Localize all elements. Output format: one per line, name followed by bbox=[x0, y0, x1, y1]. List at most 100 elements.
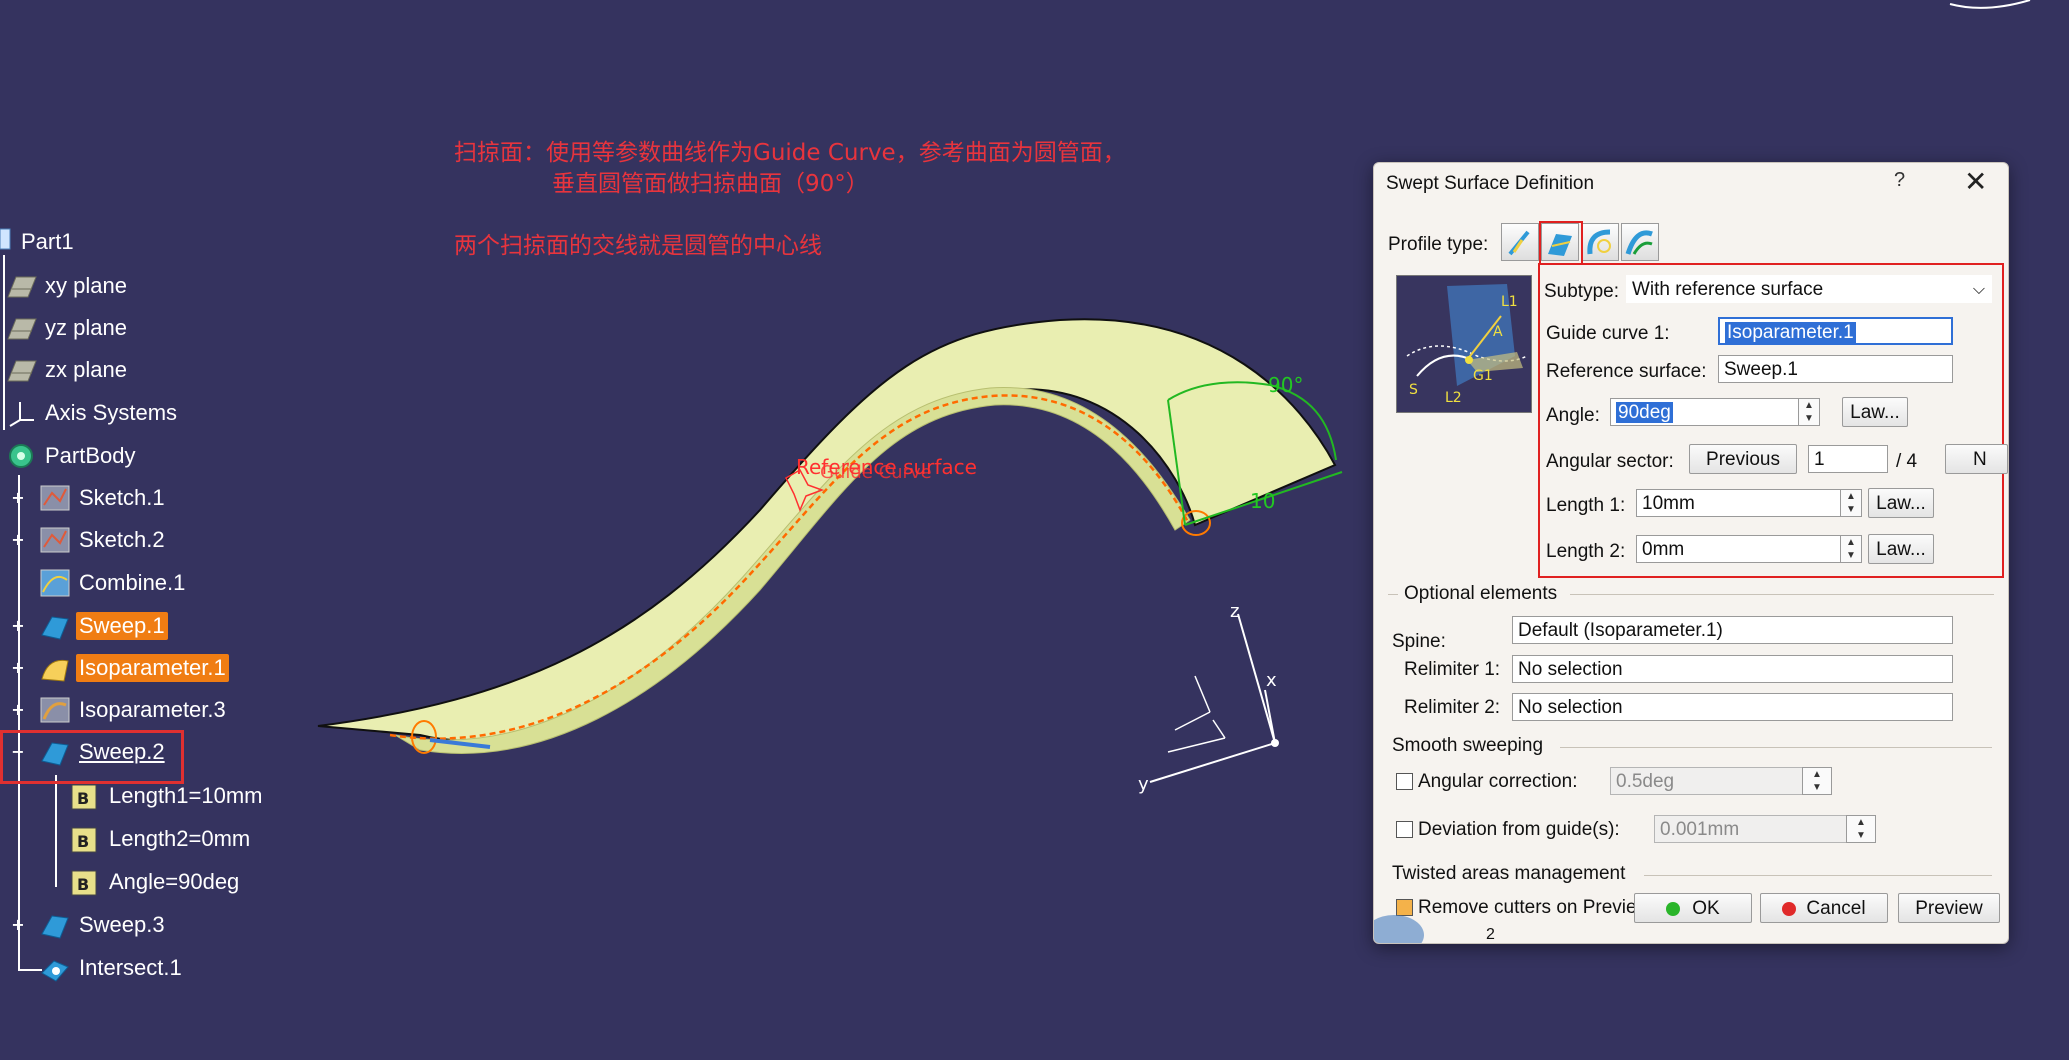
axis-icon bbox=[4, 396, 38, 430]
expand-toggle[interactable]: + bbox=[11, 618, 25, 634]
compass[interactable]: z x y bbox=[1138, 601, 1279, 795]
deviation-value: 0.001mm bbox=[1660, 819, 1740, 840]
twisted-areas-label: Twisted areas management bbox=[1392, 863, 1626, 884]
length1-value: 10mm bbox=[1642, 493, 1695, 514]
tree-item-sketch-1[interactable]: Sketch.1 bbox=[38, 480, 168, 516]
relimiter1-field[interactable]: No selection bbox=[1512, 655, 1953, 683]
relimiter2-value: No selection bbox=[1518, 697, 1623, 718]
tree-item-partbody[interactable]: PartBody bbox=[4, 438, 139, 474]
length2-value: 0mm bbox=[1642, 539, 1685, 560]
profile-type-explicit-button[interactable] bbox=[1501, 223, 1539, 261]
annotation-line-1: 扫掠面：使用等参数曲线作为Guide Curve，参考曲面为圆管面， bbox=[454, 140, 1126, 166]
expand-toggle[interactable]: + bbox=[11, 702, 25, 718]
length2-field[interactable]: 0mm bbox=[1636, 535, 1848, 563]
profile-circle bbox=[411, 720, 437, 754]
expand-toggle[interactable]: + bbox=[11, 660, 25, 676]
subtype-dropdown[interactable]: With reference surface ⌵ bbox=[1626, 275, 1992, 303]
tree-item-isoparameter-1[interactable]: Isoparameter.1 bbox=[38, 650, 229, 686]
svg-text:B: B bbox=[77, 832, 89, 851]
profile-circle bbox=[1181, 510, 1211, 536]
corner-decoration bbox=[1949, 0, 2031, 9]
angular-correction-spinner[interactable]: ▲ ▼ bbox=[1802, 767, 1832, 795]
expand-toggle[interactable]: + bbox=[11, 917, 25, 933]
cancel-label: Cancel bbox=[1806, 898, 1866, 919]
svg-text:L2: L2 bbox=[1445, 390, 1462, 406]
part-icon bbox=[0, 225, 14, 259]
angular-correction-field[interactable]: 0.5deg bbox=[1610, 767, 1810, 795]
tree-item-yz-plane[interactable]: yz plane bbox=[4, 310, 130, 346]
spine-value: Default (Isoparameter.1) bbox=[1518, 620, 1723, 641]
expand-toggle[interactable]: + bbox=[11, 532, 25, 548]
tree-item-label: Sweep.1 bbox=[76, 612, 168, 640]
help-button[interactable]: ? bbox=[1894, 169, 1905, 192]
tree-item-label: Intersect.1 bbox=[79, 955, 182, 980]
angular-sector-value: 1 bbox=[1814, 449, 1825, 470]
angular-correction-checkbox[interactable] bbox=[1396, 773, 1413, 790]
guide-curve-label: Guide Curve bbox=[820, 462, 932, 483]
angle-field[interactable]: 90deg bbox=[1610, 398, 1806, 426]
angle-spinner[interactable]: ▲ ▼ bbox=[1798, 398, 1820, 426]
angular-correction-value: 0.5deg bbox=[1616, 771, 1675, 792]
preview-button[interactable]: Preview bbox=[1898, 893, 2000, 923]
profile-type-conic-button[interactable] bbox=[1621, 223, 1659, 261]
tree-item-sweep-3[interactable]: Sweep.3 bbox=[38, 907, 168, 943]
tree-item-label: Sketch.2 bbox=[79, 527, 165, 552]
tree-item-xy-plane[interactable]: xy plane bbox=[4, 268, 130, 304]
tree-item-label: Isoparameter.3 bbox=[79, 697, 226, 722]
length2-law-button[interactable]: Law... bbox=[1868, 534, 1934, 564]
expand-toggle[interactable]: + bbox=[11, 490, 25, 506]
selection-highlight bbox=[0, 730, 184, 784]
relimiter2-label: Relimiter 2: bbox=[1404, 697, 1501, 718]
deviation-checkbox[interactable] bbox=[1396, 821, 1413, 838]
tree-item-length2[interactable]: B Length2=0mm bbox=[68, 821, 253, 857]
tree-item-length1[interactable]: B Length1=10mm bbox=[68, 778, 266, 814]
close-button[interactable]: ✕ bbox=[1964, 165, 1987, 198]
previous-button[interactable]: Previous bbox=[1689, 444, 1797, 474]
intersect-icon bbox=[38, 951, 72, 985]
angular-sector-field[interactable]: 1 bbox=[1808, 445, 1888, 473]
cancel-button[interactable]: Cancel bbox=[1760, 893, 1888, 923]
tree-item-part1[interactable]: Part1 bbox=[0, 224, 77, 260]
next-button[interactable]: N bbox=[1945, 444, 2008, 474]
tree-item-label: Sketch.1 bbox=[79, 485, 165, 510]
length2-spinner[interactable]: ▲ ▼ bbox=[1840, 535, 1862, 563]
body-icon bbox=[4, 439, 38, 473]
profile-type-label: Profile type: bbox=[1388, 234, 1489, 255]
length1-field[interactable]: 10mm bbox=[1636, 489, 1848, 517]
length1-law-button[interactable]: Law... bbox=[1868, 488, 1934, 518]
parameter-icon: B bbox=[68, 865, 102, 899]
tree-item-axis-systems[interactable]: Axis Systems bbox=[4, 395, 180, 431]
deviation-spinner[interactable]: ▲ ▼ bbox=[1846, 815, 1876, 843]
guide-curve-field[interactable]: Isoparameter.1 bbox=[1718, 317, 1953, 345]
profile-type-circle-button[interactable] bbox=[1581, 223, 1619, 261]
angular-correction-label: Angular correction: bbox=[1418, 771, 1578, 792]
tree-item-label: Part1 bbox=[21, 229, 74, 254]
svg-text:A: A bbox=[1493, 324, 1503, 340]
tree-item-label: Length2=0mm bbox=[109, 826, 251, 851]
svg-text:G1: G1 bbox=[1473, 368, 1493, 384]
reference-surface-value: Sweep.1 bbox=[1724, 359, 1798, 380]
optional-elements-divider bbox=[1388, 594, 1398, 595]
angle-leg bbox=[1167, 399, 1186, 526]
reference-surface-field[interactable]: Sweep.1 bbox=[1718, 355, 1953, 383]
tree-item-sweep-1[interactable]: Sweep.1 bbox=[38, 608, 168, 644]
remove-cutters-checkbox[interactable] bbox=[1396, 899, 1413, 916]
tree-item-combine-1[interactable]: Combine.1 bbox=[38, 565, 188, 601]
tree-item-zx-plane[interactable]: zx plane bbox=[4, 352, 130, 388]
combine-icon bbox=[38, 566, 72, 600]
relimiter2-field[interactable]: No selection bbox=[1512, 693, 1953, 721]
ok-button[interactable]: OK bbox=[1634, 893, 1752, 923]
sketch-icon bbox=[38, 481, 72, 515]
spine-field[interactable]: Default (Isoparameter.1) bbox=[1512, 616, 1953, 644]
tree-item-isoparameter-3[interactable]: Isoparameter.3 bbox=[38, 692, 229, 728]
tube-surface bbox=[394, 387, 1191, 754]
tree-item-intersect-1[interactable]: Intersect.1 bbox=[38, 950, 185, 986]
specification-tree: Part1 xy plane yz plane zx plane Axis Sy… bbox=[0, 0, 300, 1060]
angle-law-button[interactable]: Law... bbox=[1842, 397, 1908, 427]
tree-item-angle[interactable]: B Angle=90deg bbox=[68, 864, 242, 900]
tree-item-sketch-2[interactable]: Sketch.2 bbox=[38, 522, 168, 558]
svg-text:L1: L1 bbox=[1501, 294, 1518, 310]
deviation-field[interactable]: 0.001mm bbox=[1654, 815, 1854, 843]
length1-spinner[interactable]: ▲ ▼ bbox=[1840, 489, 1862, 517]
svg-text:B: B bbox=[77, 789, 89, 808]
